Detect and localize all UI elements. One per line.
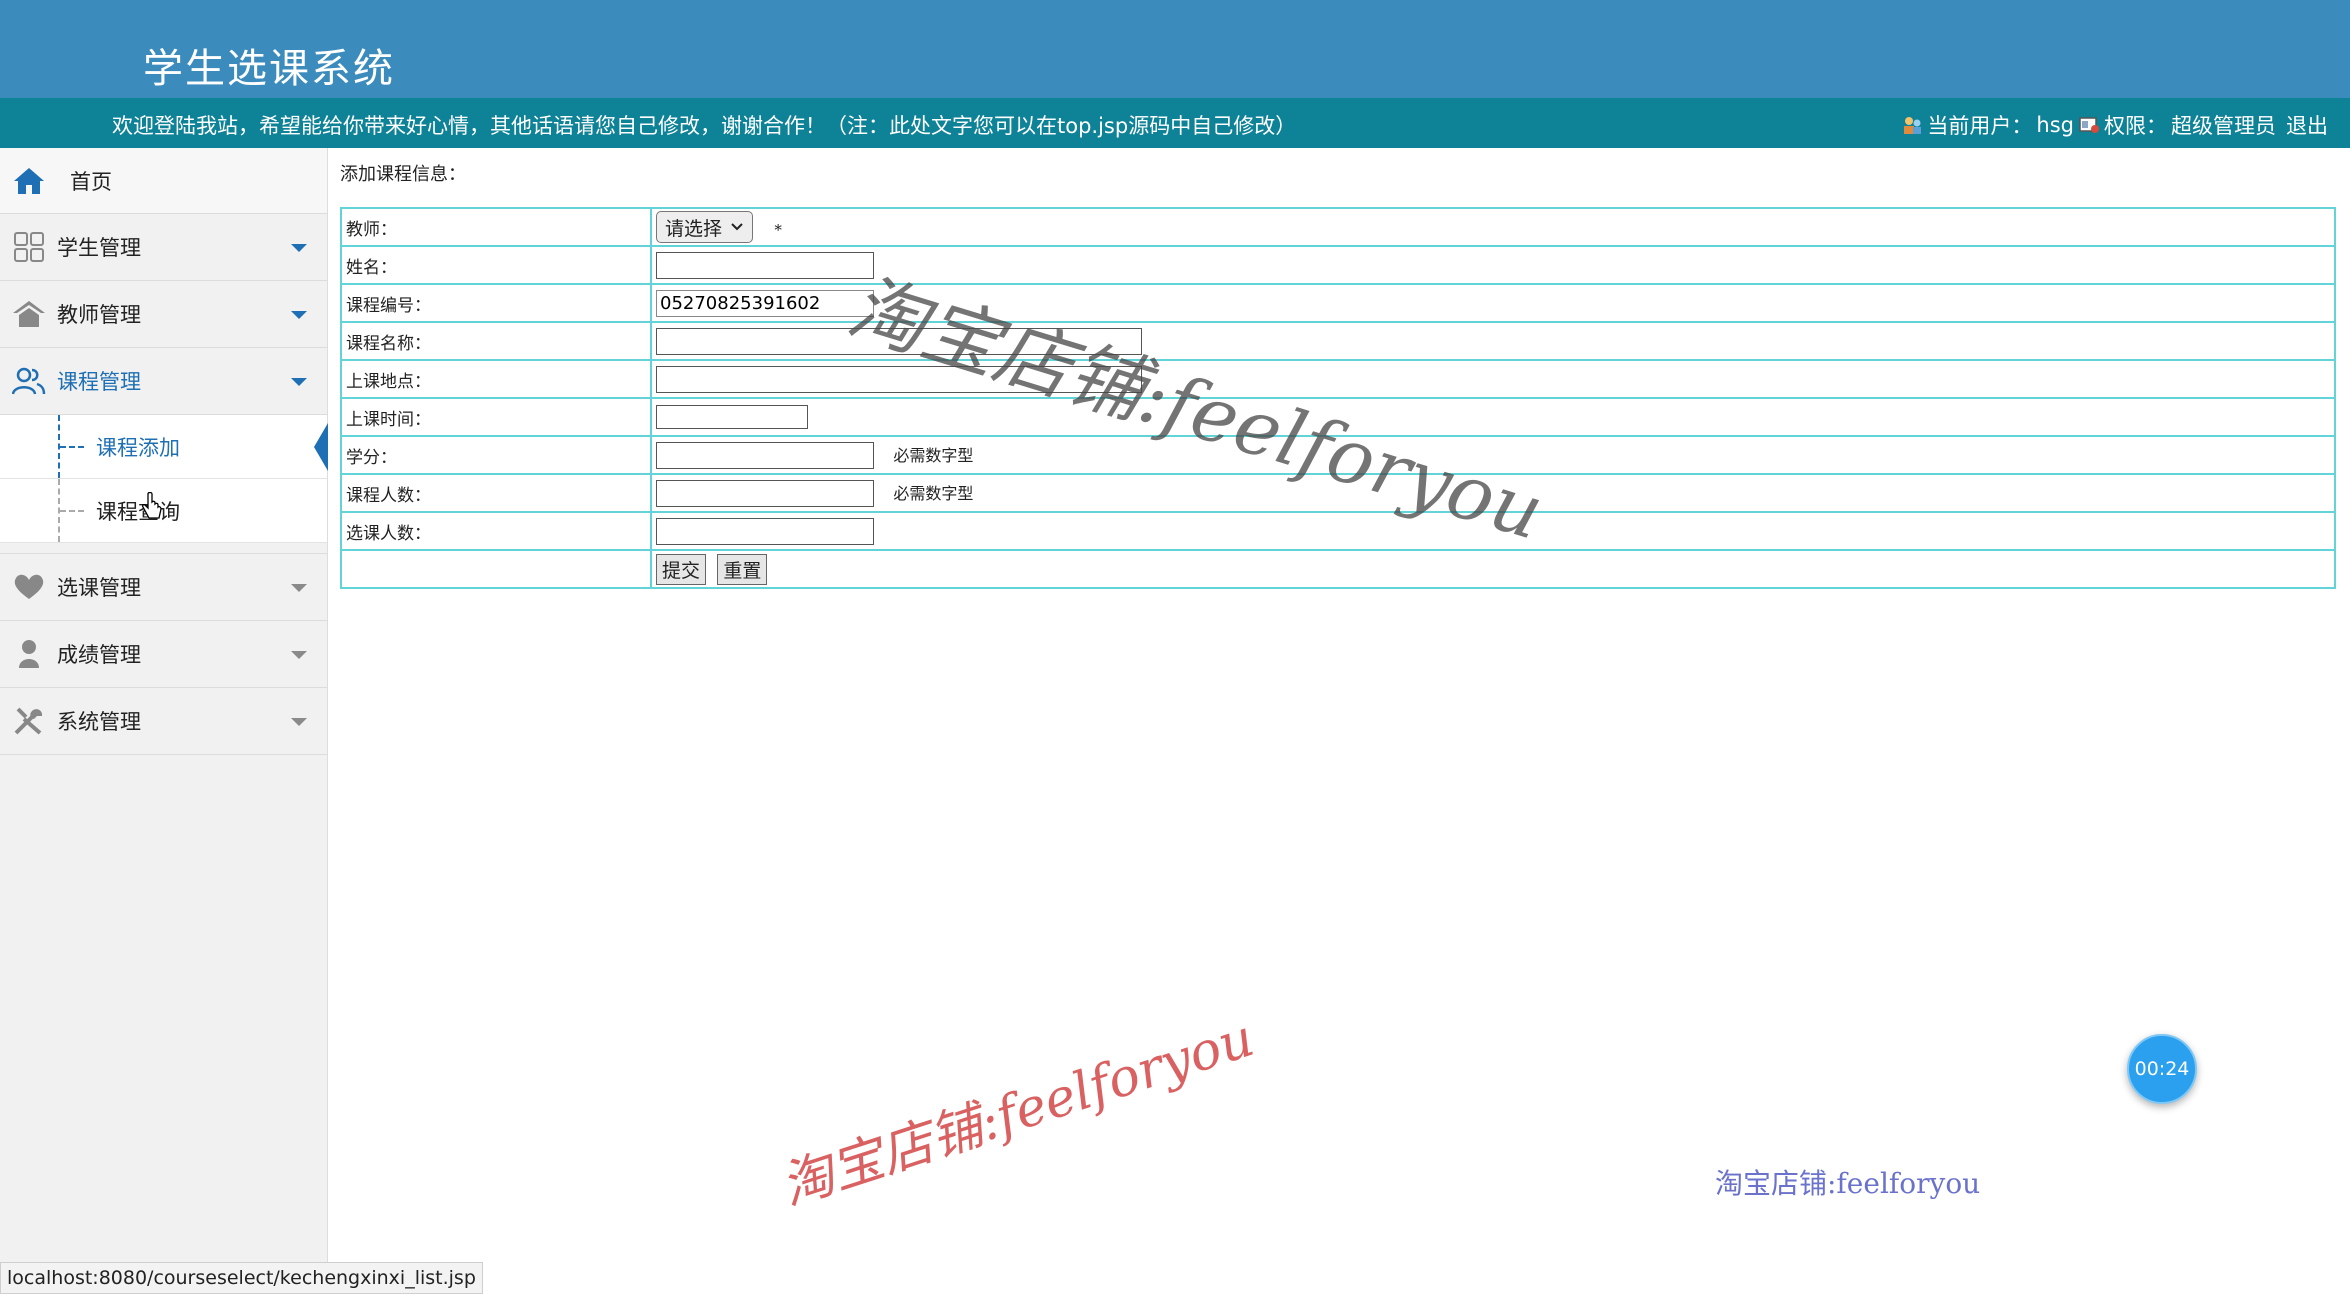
course-name-label: 课程名称： <box>340 321 652 361</box>
main-content: 添加课程信息： 教师： 请选择 * 姓名： 课程编号： 052708253916… <box>328 148 2350 1294</box>
form-row: 上课地点： <box>340 359 2336 399</box>
home-icon <box>14 168 44 194</box>
teacher-label: 教师： <box>340 207 652 247</box>
name-label: 姓名： <box>340 245 652 285</box>
role-value: 超级管理员 <box>2171 114 2276 138</box>
app-title: 学生选课系统 <box>143 46 395 92</box>
active-indicator-icon <box>314 423 328 471</box>
course-submenu: 课程添加 课程查询 <box>0 415 328 543</box>
sidebar: 首页 学生管理 教师管理 课程管理 课程添加 课程查询 选课管理 成绩管理 系统… <box>0 148 328 1294</box>
person-icon <box>19 640 39 668</box>
empty-cell <box>340 549 652 589</box>
chevron-down-icon <box>291 311 307 319</box>
sidebar-item-label: 学生管理 <box>57 236 141 260</box>
current-user-name: hsg <box>2036 113 2074 137</box>
sidebar-item-teacher-management[interactable]: 教师管理 <box>0 281 327 348</box>
credit-label: 学分： <box>340 435 652 475</box>
grid-icon <box>14 232 44 262</box>
form-row: 课程名称： <box>340 321 2336 361</box>
form-cell <box>650 359 2336 399</box>
credit-field[interactable] <box>656 441 874 469</box>
form-row: 学分： 必需数字型 <box>340 435 2336 475</box>
hand-cursor-icon <box>142 492 162 519</box>
chevron-down-icon <box>291 378 307 386</box>
role-label: 权限： <box>2104 114 2167 138</box>
welcome-message: 欢迎登陆我站，希望能给你带来好心情，其他话语请您自己修改，谢谢合作！（注：此处文… <box>112 114 1297 138</box>
time-field[interactable] <box>656 405 808 429</box>
form-row: 提交 重置 <box>340 549 2336 589</box>
sidebar-item-label: 教师管理 <box>57 303 141 327</box>
reset-button[interactable]: 重置 <box>717 553 768 585</box>
form-row: 课程编号： <box>340 283 2336 323</box>
course-code-field[interactable] <box>656 289 874 317</box>
chevron-down-icon <box>291 584 307 592</box>
numeric-hint: 必需数字型 <box>893 483 974 503</box>
sidebar-subitem-label: 课程添加 <box>96 435 180 460</box>
form-cell <box>650 245 2336 285</box>
form-cell: 必需数字型 <box>650 473 2336 513</box>
sidebar-item-selection-management[interactable]: 选课管理 <box>0 553 327 621</box>
users-icon <box>12 367 46 395</box>
teacher-select[interactable]: 请选择 <box>656 211 754 243</box>
sidebar-subitem-course-add[interactable]: 课程添加 <box>0 415 328 479</box>
sidebar-item-student-management[interactable]: 学生管理 <box>0 214 327 281</box>
form-row: 选课人数： <box>340 511 2336 551</box>
chevron-down-icon <box>291 718 307 726</box>
tree-branch <box>60 446 84 448</box>
sidebar-item-label: 选课管理 <box>57 576 141 600</box>
sidebar-item-home[interactable]: 首页 <box>0 148 327 214</box>
form-cell: 提交 重置 <box>650 549 2336 589</box>
course-form: 教师： 请选择 * 姓名： 课程编号： 课 <box>340 207 2336 589</box>
top-info-bar: 欢迎登陆我站，希望能给你带来好心情，其他话语请您自己修改，谢谢合作！（注：此处文… <box>0 98 2350 148</box>
form-row: 课程人数： 必需数字型 <box>340 473 2336 513</box>
form-cell <box>650 321 2336 361</box>
house-icon <box>13 301 45 327</box>
sidebar-item-course-management[interactable]: 课程管理 <box>0 348 327 415</box>
recording-timer[interactable]: 00:24 <box>2127 1034 2197 1104</box>
capacity-label: 课程人数： <box>340 473 652 513</box>
form-row: 姓名： <box>340 245 2336 285</box>
sidebar-item-label: 首页 <box>70 169 112 194</box>
sidebar-item-grade-management[interactable]: 成绩管理 <box>0 621 327 688</box>
form-cell: 必需数字型 <box>650 435 2336 475</box>
location-label: 上课地点： <box>340 359 652 399</box>
sidebar-item-label: 课程管理 <box>57 370 141 394</box>
sidebar-subitem-label: 课程查询 <box>96 499 180 524</box>
enrolled-label: 选课人数： <box>340 511 652 551</box>
sidebar-item-label: 成绩管理 <box>57 643 141 667</box>
form-cell: 请选择 * <box>650 207 2336 247</box>
sidebar-item-system-management[interactable]: 系统管理 <box>0 688 327 755</box>
form-row: 教师： 请选择 * <box>340 207 2336 247</box>
user-icon <box>1904 117 1922 134</box>
numeric-hint: 必需数字型 <box>893 445 974 465</box>
tree-branch <box>60 510 84 512</box>
heart-icon <box>14 574 44 599</box>
teacher-select-value: 请选择 <box>665 217 723 240</box>
course-code-label: 课程编号： <box>340 283 652 323</box>
capacity-field[interactable] <box>656 479 874 507</box>
browser-status-bar: localhost:8080/courseselect/kechengxinxi… <box>0 1262 483 1294</box>
chevron-down-icon <box>291 651 307 659</box>
time-label: 上课时间： <box>340 397 652 437</box>
form-cell <box>650 283 2336 323</box>
course-name-field[interactable] <box>656 327 1142 355</box>
location-field[interactable] <box>656 365 1142 393</box>
name-field[interactable] <box>656 251 874 279</box>
sidebar-item-label: 系统管理 <box>57 710 141 734</box>
form-cell <box>650 511 2336 551</box>
current-user-label: 当前用户： <box>1927 114 2033 138</box>
tools-icon <box>14 707 43 735</box>
app-header: 学生选课系统 <box>0 0 2350 98</box>
user-info: 当前用户： hsg 权限： 超级管理员 退出 <box>1901 110 2328 140</box>
form-cell <box>650 397 2336 437</box>
permission-icon <box>2079 117 2099 133</box>
required-marker: * <box>774 220 782 239</box>
enrolled-field[interactable] <box>656 517 874 545</box>
page-title: 添加课程信息： <box>340 164 466 185</box>
chevron-down-icon <box>731 223 743 231</box>
chevron-down-icon <box>291 244 307 252</box>
logout-link[interactable]: 退出 <box>2286 110 2328 140</box>
form-row: 上课时间： <box>340 397 2336 437</box>
submit-button[interactable]: 提交 <box>656 553 707 585</box>
